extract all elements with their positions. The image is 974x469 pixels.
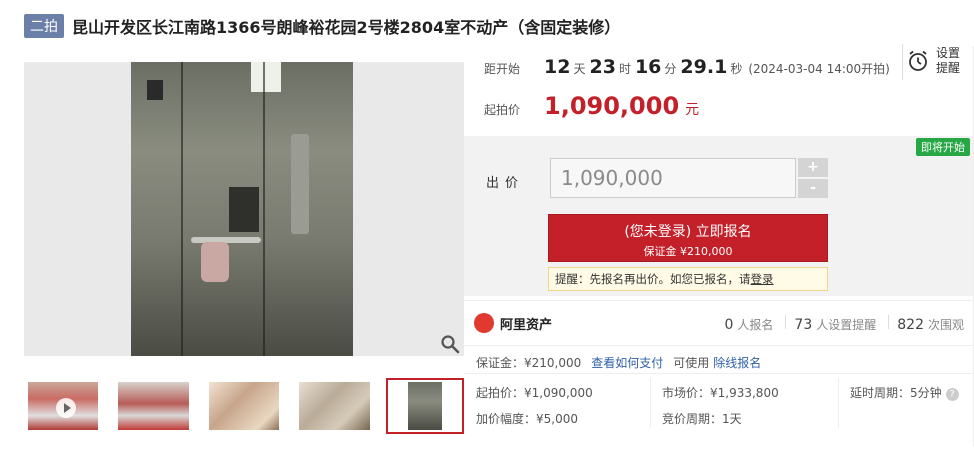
page-title: 昆山开发区长江南路1366号朗峰裕花园2号楼2804室不动产（含固定装修）	[72, 18, 621, 37]
platform-row: 阿里资产 0 人报名 73 人设置提醒 822 次围观	[464, 300, 974, 346]
detail-increment: 加价幅度：¥5,000	[476, 412, 578, 426]
can-use-label: 可使用	[673, 356, 710, 370]
countdown-seconds: 29.1	[680, 56, 728, 78]
bid-label: 出价	[486, 176, 525, 191]
countdown-days: 12	[544, 56, 571, 78]
signup-button-label: (您未登录) 立即报名	[624, 224, 752, 240]
start-price-label: 起拍价	[484, 103, 521, 117]
countdown: 距开始 12 天 23 时 16 分 29.1 秒 (2024-03-04 14…	[484, 56, 890, 78]
increase-bid-button[interactable]: +	[798, 158, 828, 177]
zoom-icon[interactable]	[440, 334, 460, 354]
start-time: (2024-03-04 14:00开拍)	[748, 62, 890, 76]
stats: 0 人报名 73 人设置提醒 822 次围观	[716, 315, 964, 333]
main-image-viewer[interactable]	[24, 62, 464, 356]
detail-market-price: 市场价：¥1,933,800	[662, 386, 779, 400]
thumbnail-strip	[24, 378, 465, 434]
login-tip: 提醒：先报名再出价。如您已报名，请登录	[548, 267, 828, 291]
quick-signup-link[interactable]: 除线报名	[713, 354, 761, 371]
start-price-unit: 元	[685, 102, 700, 118]
countdown-label: 距开始	[484, 62, 521, 76]
reminder-label-1: 设置	[936, 46, 961, 60]
deposit-amount: 保证金：¥210,000	[476, 356, 582, 370]
alarm-clock-icon	[909, 50, 927, 71]
detail-delay: 延时周期：5分钟?	[850, 384, 959, 401]
signup-count: 0	[724, 317, 734, 333]
play-icon	[56, 398, 76, 418]
title-row: 二拍 昆山开发区长江南路1366号朗峰裕花园2号楼2804室不动产（含固定装修）	[24, 12, 620, 40]
countdown-seconds-unit: 秒	[730, 62, 743, 76]
help-icon[interactable]: ?	[945, 388, 959, 401]
thumbnail[interactable]	[114, 378, 192, 434]
signup-deposit-label: 保证金 ¥210,000	[643, 245, 733, 258]
detail-start-price: 起拍价：¥1,090,000	[476, 386, 593, 400]
countdown-minutes-unit: 分	[664, 62, 677, 76]
detail-delay-text: 延时周期：5分钟	[850, 386, 942, 400]
divider	[902, 44, 903, 80]
bid-amount-input[interactable]	[550, 158, 796, 198]
reminder-count-label: 人设置提醒	[816, 318, 877, 332]
status-badge: 即将开始	[916, 138, 970, 156]
deposit-row: 保证金：¥210,000 查看如何支付 可使用 除线报名	[476, 354, 761, 371]
thumbnail-active[interactable]	[385, 378, 465, 434]
login-link[interactable]: 登录	[751, 272, 774, 286]
auction-page: 二拍 昆山开发区长江南路1366号朗峰裕花园2号楼2804室不动产（含固定装修）…	[0, 0, 974, 469]
ali-assets-logo-icon	[474, 313, 494, 333]
detail-bid-cycle: 竞价周期：1天	[662, 412, 742, 426]
view-count: 822	[897, 317, 924, 333]
signup-count-label: 人报名	[737, 318, 774, 332]
platform-logo: 阿里资产	[474, 313, 552, 333]
start-price-row: 起拍价 1,090,000 元	[484, 92, 699, 120]
thumbnail[interactable]	[295, 378, 373, 434]
decrease-bid-button[interactable]: -	[798, 179, 828, 198]
reminder-count: 73	[794, 317, 813, 333]
how-to-pay-link[interactable]: 查看如何支付	[591, 354, 663, 371]
countdown-minutes: 16	[634, 56, 662, 78]
countdown-hours: 23	[589, 56, 616, 78]
thumbnail-video[interactable]	[24, 378, 102, 434]
countdown-hours-unit: 时	[618, 62, 631, 76]
detail-grid: 起拍价：¥1,090,000 市场价：¥1,933,800 延时周期：5分钟? …	[464, 373, 974, 429]
reminder-label-2: 提醒	[936, 61, 961, 75]
tip-text: 提醒：先报名再出价。如您已报名，请	[555, 272, 751, 286]
set-reminder-button[interactable]: 设置 提醒	[906, 44, 968, 78]
bid-panel: 即将开始 出价 + - (您未登录) 立即报名 保证金 ¥210,000 提醒：…	[464, 136, 974, 296]
signup-button[interactable]: (您未登录) 立即报名 保证金 ¥210,000	[548, 214, 828, 262]
countdown-days-unit: 天	[573, 62, 586, 76]
main-photo	[131, 62, 353, 356]
platform-name: 阿里资产	[500, 317, 553, 333]
view-count-label: 次围观	[927, 318, 964, 332]
start-price-value: 1,090,000	[544, 92, 680, 120]
thumbnail[interactable]	[205, 378, 283, 434]
round-badge: 二拍	[24, 14, 64, 38]
